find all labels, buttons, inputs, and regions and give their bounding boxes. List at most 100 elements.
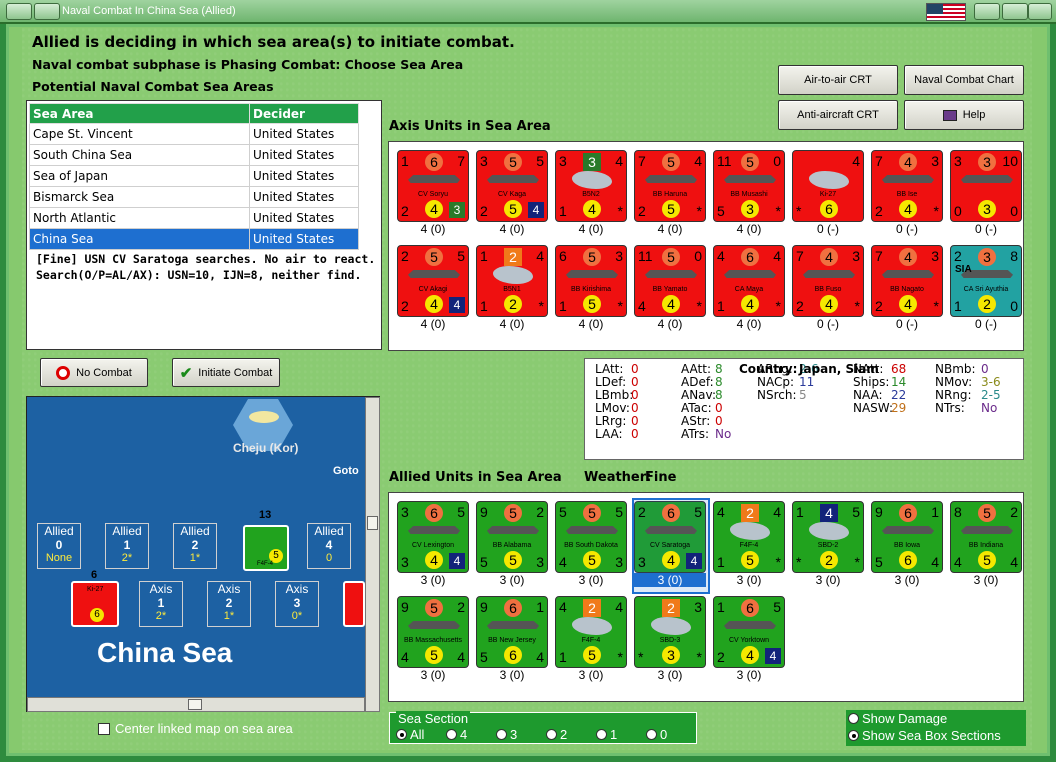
sea-section-option[interactable]: All [396, 727, 424, 742]
unit-counter[interactable]: 7 5 4 BB Haruna 2 5 * [634, 150, 706, 222]
sea-section-option[interactable]: 1 [596, 727, 617, 742]
unit-counter[interactable]: 4 6 4 CA Maya 1 4 * [713, 245, 785, 317]
sea-map[interactable]: Cheju (Kor) Goto China Sea Allied 0 None Al… [26, 396, 380, 712]
sea-area-name: North Atlantic [29, 207, 250, 229]
sea-area-row[interactable]: North Atlantic United States [29, 207, 359, 229]
radio-button[interactable] [396, 729, 407, 740]
allied-sea-box[interactable]: Allied 0 None [37, 523, 81, 569]
unit-counter[interactable]: 2 5 5 CV Akagi 2 4 4 [397, 245, 469, 317]
unit-counter[interactable]: 3 3 4 B5N2 1 4 * [555, 150, 627, 222]
radio-show-sea-box[interactable] [848, 730, 859, 741]
unit-counter[interactable]: 2 3 8 SIA CA Sri Ayuthia 1 2 0 [950, 245, 1022, 317]
sea-area-row[interactable]: Bismarck Sea United States [29, 186, 359, 208]
unit-counter[interactable]: 11 5 0 BB Musashi 5 3 * [713, 150, 785, 222]
show-sea-box-radio[interactable]: Show Sea Box Sections [848, 728, 1024, 743]
unit-counter[interactable]: 3 5 5 CV Kaga 2 5 4 [476, 150, 548, 222]
aa-value: 5 [480, 554, 488, 570]
map-horizontal-scrollbar[interactable] [27, 697, 365, 712]
allied-sea-box[interactable]: Allied 4 0 [307, 523, 351, 569]
anti-aircraft-crt-button[interactable]: Anti-aircraft CRT [778, 100, 898, 130]
axis-sea-box[interactable]: Axis 3 0* [275, 581, 319, 627]
unit-counter[interactable]: 1 6 5 CV Yorktown 2 4 4 [713, 596, 785, 668]
defense-circle: 6 [504, 599, 522, 617]
unit-counter[interactable]: 1 2 4 B5N1 1 2 * [476, 245, 548, 317]
axis-sea-box[interactable]: Axis 2 1* [207, 581, 251, 627]
stat-value: 68 [891, 362, 907, 376]
maximize-button[interactable] [1002, 3, 1028, 20]
attack-value: 9 [480, 599, 488, 615]
allied-stack-counter[interactable]: 5 F4F-4 [243, 525, 289, 571]
unit-counter[interactable]: 1 4 5 SBD-2 * 2 * [792, 501, 864, 573]
axis-sea-box[interactable]: Axis 1 2* [139, 581, 183, 627]
unit-counter[interactable]: 6 5 3 BB Kirishima 1 5 * [555, 245, 627, 317]
unit-counter[interactable]: 2 6 5 CV Saratoga 3 4 4 [632, 498, 710, 594]
unit-counter[interactable]: 5 5 5 BB South Dakota 4 5 3 [555, 501, 627, 573]
ship-silhouette-icon [408, 270, 460, 278]
sea-section-option[interactable]: 4 [446, 727, 467, 742]
naval-combat-chart-button[interactable]: Naval Combat Chart [904, 65, 1024, 95]
unit-counter[interactable]: 7 4 3 BB Ise 2 4 * [871, 150, 943, 222]
defense-circle: 6 [741, 599, 759, 617]
unit-counter[interactable]: 9 5 2 BB Alabama 5 5 3 [476, 501, 548, 573]
unit-counter[interactable]: 3 6 5 CV Lexington 3 4 4 [397, 501, 469, 573]
system-menu-button[interactable] [6, 3, 32, 20]
center-linked-checkbox[interactable]: Center linked map on sea area [98, 721, 293, 736]
radio-show-damage[interactable] [848, 713, 859, 724]
radio-button[interactable] [596, 729, 607, 740]
restore-button[interactable] [974, 3, 1000, 20]
initiate-combat-button[interactable]: ✔ Initiate Combat [172, 358, 280, 387]
axis-stack-counter[interactable]: 6 Ki-27 [71, 581, 119, 627]
checkbox-box[interactable] [98, 723, 110, 735]
allied-sea-box[interactable]: Allied 2 1* [173, 523, 217, 569]
stack-count: 13 [259, 509, 272, 521]
sea-section-option[interactable]: 0 [646, 727, 667, 742]
map-vertical-scrollbar[interactable] [365, 397, 380, 712]
sea-area-row[interactable]: China Sea United States [29, 228, 359, 250]
unit-counter[interactable]: 7 4 3 BB Fuso 2 4 * [792, 245, 864, 317]
radio-button[interactable] [446, 729, 457, 740]
stat-label: NRng: [935, 388, 972, 402]
radio-button[interactable] [546, 729, 557, 740]
help-button[interactable]: Help [904, 100, 1024, 130]
sea-area-row[interactable]: Cape St. Vincent United States [29, 123, 359, 145]
cheju-label: Cheju (Kor) [233, 441, 299, 455]
unit-counter[interactable]: 9 6 1 BB New Jersey 5 6 4 [476, 596, 548, 668]
stat-value: 0 [631, 414, 639, 428]
unit-counter[interactable]: 11 5 0 BB Yamato 4 4 * [634, 245, 706, 317]
unit-counter[interactable]: 4 2 4 F4F-4 1 5 * [713, 501, 785, 573]
sea-area-row[interactable]: Sea of Japan United States [29, 165, 359, 187]
no-combat-button[interactable]: No Combat [40, 358, 148, 387]
bottom-right-value: 4 [449, 297, 465, 313]
allied-sea-box[interactable]: Allied 1 2* [105, 523, 149, 569]
map-scroll-thumb[interactable] [367, 516, 378, 530]
unit-name: F4F-4 [739, 542, 759, 549]
defense-circle: 3 [978, 248, 996, 266]
sea-section-option[interactable]: 2 [546, 727, 567, 742]
stat-value: 0 [631, 427, 639, 441]
unit-counter[interactable]: 3 3 10 0 3 0 [950, 150, 1022, 222]
close-button[interactable] [1028, 3, 1052, 20]
minimize-button[interactable] [34, 3, 60, 20]
unit-counter[interactable]: 7 4 3 BB Nagato 2 4 * [871, 245, 943, 317]
unit-counter[interactable]: 1 6 7 CV Soryu 2 4 3 [397, 150, 469, 222]
unit-counter[interactable]: 4 Ki-27 * 6 [792, 150, 864, 222]
axis-stack-counter-edge[interactable] [343, 581, 365, 627]
radio-button[interactable] [496, 729, 507, 740]
unit-counter[interactable]: 9 5 2 BB Massachusetts 4 5 4 [397, 596, 469, 668]
aa-value: 2 [875, 298, 883, 314]
unit-counter[interactable]: 9 6 1 BB Iowa 5 6 4 [871, 501, 943, 573]
sea-area-row[interactable]: South China Sea United States [29, 144, 359, 166]
unit-counter[interactable]: 2 3 SBD-3 * 3 * [634, 596, 706, 668]
ship-silhouette-icon [645, 175, 697, 183]
col-decider[interactable]: Decider [249, 103, 359, 124]
air-to-air-crt-button[interactable]: Air-to-air CRT [778, 65, 898, 95]
allied-units-panel: 3 6 5 CV Lexington 3 4 4 3 (0) 9 5 2 BB Alabama 5 5 3 3… [388, 492, 1024, 702]
ship-silhouette-icon [882, 526, 934, 534]
col-sea-area[interactable]: Sea Area [29, 103, 250, 124]
radio-button[interactable] [646, 729, 657, 740]
map-hscroll-thumb[interactable] [188, 699, 202, 710]
unit-counter[interactable]: 8 5 2 BB Indiana 4 5 4 [950, 501, 1022, 573]
sea-section-option[interactable]: 3 [496, 727, 517, 742]
unit-counter[interactable]: 4 2 4 F4F-4 1 5 * [555, 596, 627, 668]
show-damage-radio[interactable]: Show Damage [848, 711, 1024, 726]
